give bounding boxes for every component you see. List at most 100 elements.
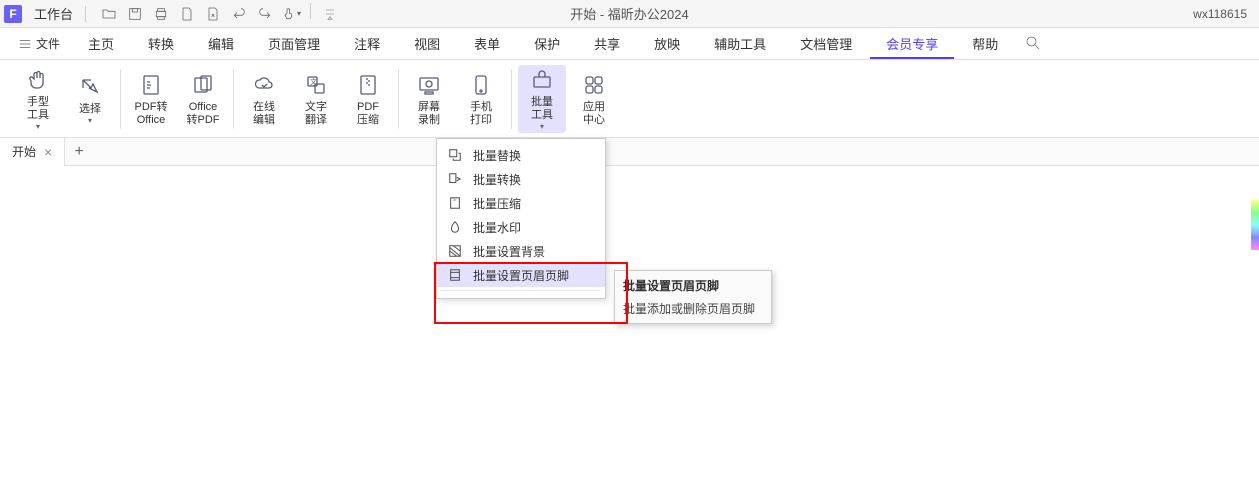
- menu-present[interactable]: 放映: [638, 28, 696, 59]
- batch-background-item[interactable]: 批量设置背景: [437, 239, 605, 263]
- user-label[interactable]: wx118615: [1193, 7, 1255, 21]
- ribbon-toolbar: 手型 工具 ▾ 选择 ▾ PDF转 Office Office 转PDF 在线 …: [0, 60, 1259, 138]
- dd-label: 批量设置背景: [473, 243, 545, 260]
- office-to-pdf-button[interactable]: Office 转PDF: [179, 65, 227, 133]
- mobile-print-label: 手机 打印: [470, 101, 492, 127]
- tab-start[interactable]: 开始 ×: [0, 138, 65, 166]
- window-title: 开始 - 福昕办公2024: [570, 4, 688, 23]
- search-icon[interactable]: [1024, 34, 1044, 54]
- toolbox-icon: [528, 67, 556, 94]
- dd-label: 批量转换: [473, 171, 521, 188]
- separator: [85, 6, 86, 22]
- office-to-pdf-label: Office 转PDF: [187, 101, 220, 127]
- pdf-icon: [137, 71, 165, 99]
- screen-record-label: 屏幕 录制: [418, 101, 440, 127]
- menu-accessibility[interactable]: 辅助工具: [698, 28, 782, 59]
- add-tab-button[interactable]: +: [65, 143, 93, 161]
- screen-record-button[interactable]: 屏幕 录制: [405, 65, 453, 133]
- select-icon: [76, 73, 104, 101]
- mobile-print-button[interactable]: 手机 打印: [457, 65, 505, 133]
- print-icon[interactable]: [150, 3, 172, 25]
- undo-icon[interactable]: [228, 3, 250, 25]
- app-logo-icon: F: [4, 5, 22, 23]
- close-icon[interactable]: ×: [44, 144, 52, 160]
- mobile-icon: [467, 71, 495, 99]
- translate-label: 文字 翻译: [305, 101, 327, 127]
- menu-doc-manage[interactable]: 文档管理: [784, 28, 868, 59]
- title-bar: F 工作台 ▾ 开始 - 福昕办公2024 wx118615: [0, 0, 1259, 28]
- translate-icon: 文: [302, 71, 330, 99]
- select-tool-label: 选择: [79, 103, 101, 116]
- menu-page-manage[interactable]: 页面管理: [252, 28, 336, 59]
- header-footer-icon: [447, 267, 463, 283]
- export-icon[interactable]: [202, 3, 224, 25]
- file-menu[interactable]: 文件: [8, 31, 70, 56]
- record-icon: [415, 71, 443, 99]
- quick-access-toolbar: ▾: [98, 3, 341, 25]
- compress-label: PDF 压缩: [357, 101, 379, 127]
- compress-icon: [354, 71, 382, 99]
- separator: [441, 290, 601, 291]
- chevron-down-icon: ▾: [540, 122, 544, 131]
- tab-label: 开始: [12, 143, 36, 160]
- save-icon[interactable]: [124, 3, 146, 25]
- workbench-label[interactable]: 工作台: [26, 4, 81, 23]
- batch-tools-label: 批量 工具: [531, 96, 553, 122]
- translate-button[interactable]: 文 文字 翻译: [292, 65, 340, 133]
- dd-label: 批量替换: [473, 147, 521, 164]
- tooltip-description: 批量添加或删除页眉页脚: [623, 300, 763, 317]
- menu-bar: 文件 主页 转换 编辑 页面管理 注释 视图 表单 保护 共享 放映 辅助工具 …: [0, 28, 1259, 60]
- pdf-to-office-label: PDF转 Office: [135, 101, 168, 127]
- dd-label: 批量设置页眉页脚: [473, 267, 569, 284]
- online-edit-button[interactable]: 在线 编辑: [240, 65, 288, 133]
- tooltip: 批量设置页眉页脚 批量添加或删除页眉页脚: [614, 270, 772, 324]
- batch-tools-dropdown: 批量替换 批量转换 批量压缩 批量水印 批量设置背景 批量设置页眉页脚: [436, 138, 606, 299]
- batch-tools-button[interactable]: 批量 工具 ▾: [518, 65, 566, 133]
- menu-home[interactable]: 主页: [72, 28, 130, 59]
- replace-icon: [447, 147, 463, 163]
- select-tool-button[interactable]: 选择 ▾: [66, 65, 114, 133]
- touch-icon[interactable]: ▾: [280, 3, 302, 25]
- menu-vip[interactable]: 会员专享: [870, 28, 954, 59]
- menu-convert[interactable]: 转换: [132, 28, 190, 59]
- menu-view[interactable]: 视图: [398, 28, 456, 59]
- separator: [310, 3, 311, 19]
- file-menu-label: 文件: [36, 35, 60, 52]
- menu-protect[interactable]: 保护: [518, 28, 576, 59]
- watermark-icon: [447, 219, 463, 235]
- redo-icon[interactable]: [254, 3, 276, 25]
- menu-form[interactable]: 表单: [458, 28, 516, 59]
- office-icon: [189, 71, 217, 99]
- chevron-down-icon: ▾: [36, 122, 40, 131]
- hand-tool-label: 手型 工具: [27, 96, 49, 122]
- dd-label: 批量压缩: [473, 195, 521, 212]
- hand-tool-button[interactable]: 手型 工具 ▾: [14, 65, 62, 133]
- compress-button[interactable]: PDF 压缩: [344, 65, 392, 133]
- cloud-edit-icon: [250, 71, 278, 99]
- compress-small-icon: [447, 195, 463, 211]
- menu-comment[interactable]: 注释: [338, 28, 396, 59]
- dd-label: 批量水印: [473, 219, 521, 236]
- app-center-label: 应用 中心: [583, 101, 605, 127]
- document-tab-bar: 开始 × +: [0, 138, 1259, 166]
- color-strip-icon[interactable]: [1251, 200, 1259, 250]
- apps-icon: [580, 71, 608, 99]
- batch-compress-item[interactable]: 批量压缩: [437, 191, 605, 215]
- batch-replace-item[interactable]: 批量替换: [437, 143, 605, 167]
- chevron-down-icon: ▾: [88, 116, 92, 125]
- batch-convert-item[interactable]: 批量转换: [437, 167, 605, 191]
- tooltip-title: 批量设置页眉页脚: [623, 277, 763, 294]
- pdf-to-office-button[interactable]: PDF转 Office: [127, 65, 175, 133]
- svg-text:文: 文: [310, 77, 317, 86]
- online-edit-label: 在线 编辑: [253, 101, 275, 127]
- menu-edit[interactable]: 编辑: [192, 28, 250, 59]
- background-icon: [447, 243, 463, 259]
- app-center-button[interactable]: 应用 中心: [570, 65, 618, 133]
- menu-share[interactable]: 共享: [578, 28, 636, 59]
- page-icon[interactable]: [176, 3, 198, 25]
- menu-help[interactable]: 帮助: [956, 28, 1014, 59]
- batch-header-footer-item[interactable]: 批量设置页眉页脚: [437, 263, 605, 287]
- dropdown-icon[interactable]: [319, 3, 341, 25]
- open-icon[interactable]: [98, 3, 120, 25]
- batch-watermark-item[interactable]: 批量水印: [437, 215, 605, 239]
